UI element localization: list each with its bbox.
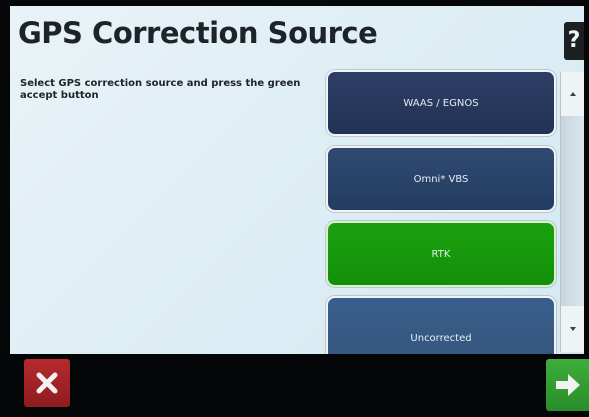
- accept-button[interactable]: [546, 359, 589, 411]
- page-title: GPS Correction Source: [18, 16, 378, 50]
- device-frame: GPS Correction Source ? Select GPS corre…: [0, 0, 589, 417]
- scroll-up-button[interactable]: [560, 72, 584, 116]
- source-option-rtk-selected[interactable]: RTK: [326, 221, 556, 287]
- display-screen: GPS Correction Source ? Select GPS corre…: [10, 6, 584, 354]
- list-scrollbar[interactable]: [560, 72, 584, 352]
- scroll-track[interactable]: [560, 116, 584, 306]
- scroll-down-button[interactable]: [560, 306, 584, 352]
- close-icon: [36, 372, 58, 394]
- cancel-button[interactable]: [24, 359, 70, 407]
- source-option-omni-vbs[interactable]: Omni* VBS: [326, 146, 556, 212]
- source-option-label: RTK: [431, 248, 451, 260]
- bottom-action-bar: [0, 354, 589, 417]
- help-button[interactable]: ?: [564, 22, 584, 60]
- source-option-uncorrected[interactable]: Uncorrected: [326, 296, 556, 354]
- source-option-label: WAAS / EGNOS: [403, 97, 479, 109]
- arrow-right-icon: [555, 374, 580, 396]
- source-option-label: Uncorrected: [410, 333, 472, 344]
- source-option-label: Omni* VBS: [413, 173, 469, 185]
- scroll-up-arrow-icon: [569, 92, 576, 96]
- scroll-down-arrow-icon: [569, 327, 576, 331]
- help-icon: ?: [567, 28, 581, 53]
- instruction-text: Select GPS correction source and press t…: [20, 78, 301, 101]
- source-option-waas-egnos[interactable]: WAAS / EGNOS: [326, 70, 556, 136]
- correction-source-list: WAAS / EGNOS Omni* VBS RTK Uncorrected: [326, 70, 558, 354]
